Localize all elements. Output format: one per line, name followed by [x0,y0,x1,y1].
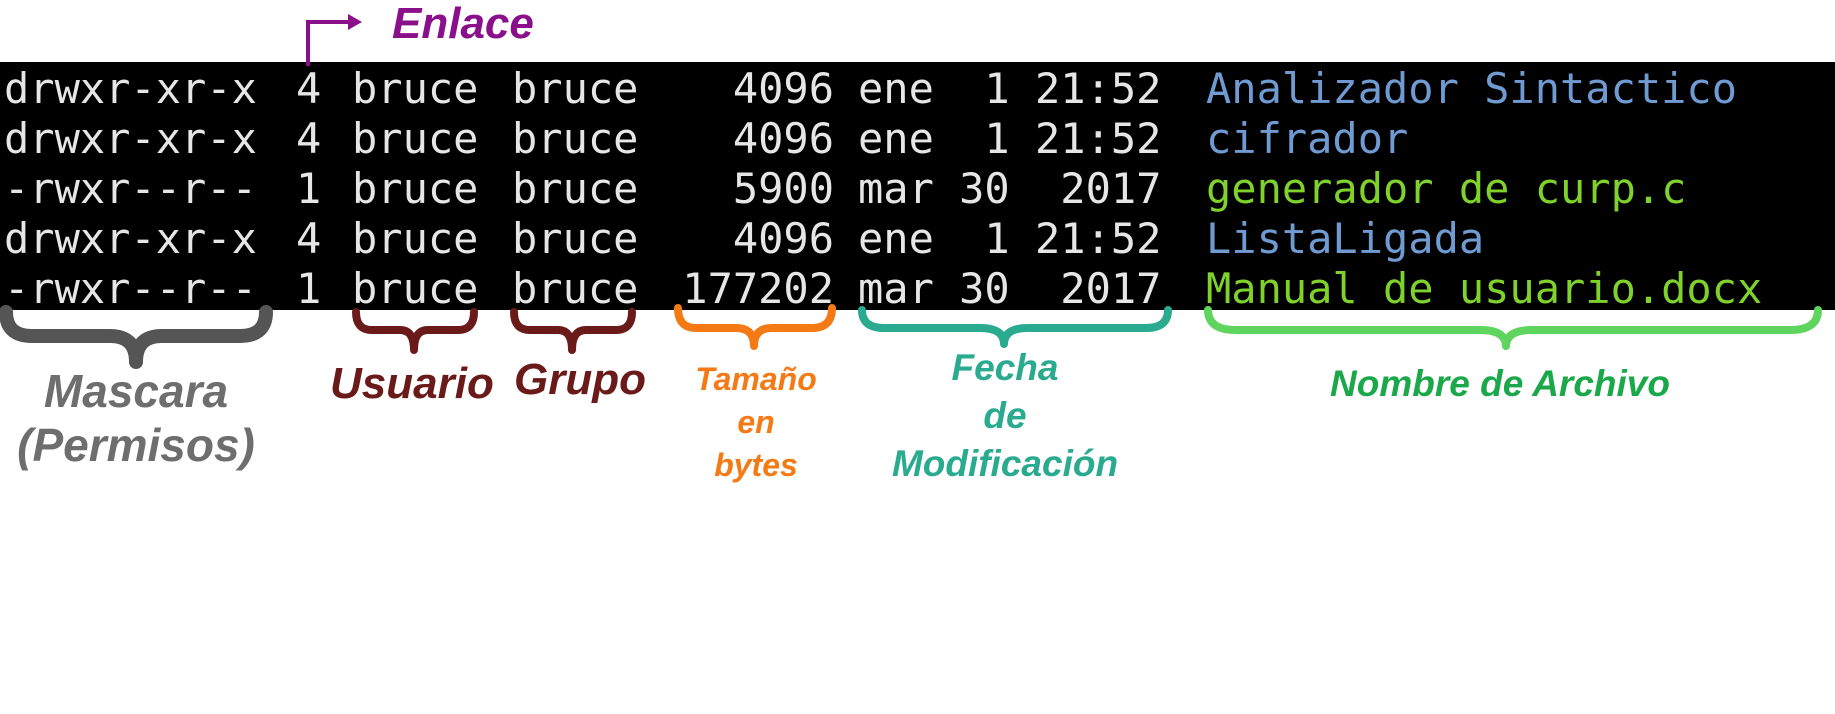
fecha-label-line: Fecha [951,347,1059,388]
fecha-label: Fecha de Modificación [860,344,1150,488]
fecha-label-line: de [983,395,1027,437]
enlace-arrow [306,20,352,66]
mascara-brace [0,305,273,369]
fecha-brace [858,306,1172,348]
mascara-label-line: Mascara [43,365,229,417]
nombre-brace [1204,306,1822,350]
fecha-label-line: Modificación [891,443,1119,485]
mascara-label: Mascara (Permisos) [0,364,272,473]
usuario-brace [352,308,478,354]
tamano-label-line: bytes [714,447,798,484]
tamano-label-line: en [737,404,775,441]
enlace-arrowhead [348,14,362,30]
mascara-label-line: (Permisos) [17,419,255,472]
enlace-label: Enlace [392,0,534,48]
grupo-brace [510,308,636,354]
tamano-label-line: Tamaño [695,361,817,397]
nombre-label: Nombre de Archivo [1330,363,1670,404]
tamano-brace [674,304,836,350]
usuario-label: Usuario [330,359,494,408]
tamano-label: Tamaño en bytes [676,358,836,488]
grupo-label: Grupo [514,355,646,404]
